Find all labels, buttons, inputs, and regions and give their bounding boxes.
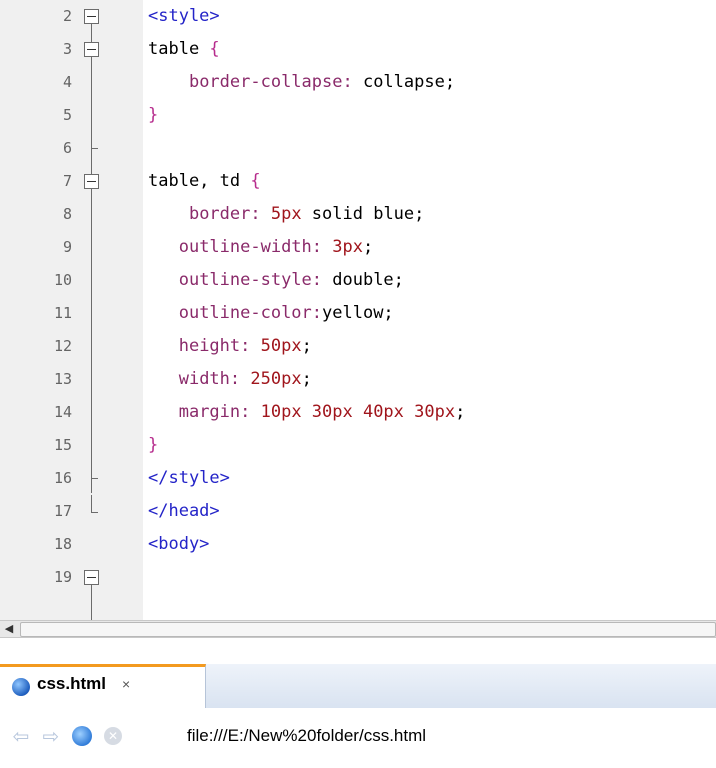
code-line: <body> (148, 534, 210, 554)
close-tab-icon[interactable]: × (122, 676, 130, 692)
code-line: </head> (148, 501, 220, 521)
fold-toggle-icon[interactable] (84, 174, 99, 189)
code-line: border-collapse: collapse; (188, 72, 456, 92)
line-number: 9 (62, 238, 72, 256)
code-line: width: 250px; (178, 369, 312, 389)
line-number: 13 (53, 370, 72, 388)
code-line: margin: 10px 30px 40px 30px; (178, 402, 466, 422)
reload-icon[interactable] (72, 726, 92, 746)
scroll-left-arrow-icon[interactable]: ◀ (0, 621, 18, 637)
stop-icon[interactable]: ✕ (104, 727, 122, 745)
line-number: 7 (62, 172, 72, 190)
code-line: outline-width: 3px; (178, 237, 374, 257)
tab-css-html[interactable]: css.html × (0, 664, 206, 708)
code-line: <style> (148, 6, 220, 26)
fold-end-marker (91, 478, 98, 479)
line-number: 3 (62, 40, 72, 58)
code-line: height: 50px; (178, 336, 312, 356)
code-line: } (148, 105, 159, 125)
code-line: table, td { (148, 171, 261, 191)
line-number: 16 (53, 469, 72, 487)
fold-guide-line (91, 495, 92, 512)
code-line: border: 5px solid blue; (188, 204, 425, 224)
address-bar-input[interactable] (183, 721, 711, 751)
tab-label: css.html (37, 674, 106, 693)
back-arrow-icon[interactable]: ⇦ (10, 725, 32, 747)
fold-toggle-icon[interactable] (84, 9, 99, 24)
panel-divider (0, 638, 716, 664)
line-number: 11 (53, 304, 72, 322)
horizontal-scrollbar[interactable]: ◀ (0, 620, 716, 638)
fold-guide-line (91, 23, 92, 493)
line-number: 6 (62, 139, 72, 157)
line-number: 17 (53, 502, 72, 520)
line-number: 15 (53, 436, 72, 454)
browser-tab-bar: css.html × (0, 664, 716, 709)
line-number: 4 (62, 73, 72, 91)
code-line: outline-style: double; (178, 270, 404, 290)
line-number: 10 (53, 271, 72, 289)
scrollbar-thumb[interactable] (20, 622, 716, 637)
line-number-gutter: 2 3 4 5 6 7 8 9 10 11 12 13 14 15 16 17 … (0, 0, 143, 620)
code-editor[interactable]: 2 3 4 5 6 7 8 9 10 11 12 13 14 15 16 17 … (0, 0, 716, 620)
browser-globe-icon (12, 678, 30, 696)
line-number: 12 (53, 337, 72, 355)
line-number: 18 (53, 535, 72, 553)
browser-navigation-bar: ⇦ ⇨ ✕ (0, 708, 716, 768)
code-line: } (148, 435, 159, 455)
fold-toggle-icon[interactable] (84, 570, 99, 585)
line-number: 5 (62, 106, 72, 124)
line-number: 19 (53, 568, 72, 586)
fold-end-marker (91, 148, 98, 149)
line-number: 8 (62, 205, 72, 223)
code-line: table { (148, 39, 220, 59)
code-line: outline-color:yellow; (178, 303, 394, 323)
forward-arrow-icon[interactable]: ⇨ (40, 725, 62, 747)
fold-toggle-icon[interactable] (84, 42, 99, 57)
line-number: 14 (53, 403, 72, 421)
fold-end-marker (91, 512, 98, 513)
line-number: 2 (62, 7, 72, 25)
code-line: </style> (148, 468, 230, 488)
